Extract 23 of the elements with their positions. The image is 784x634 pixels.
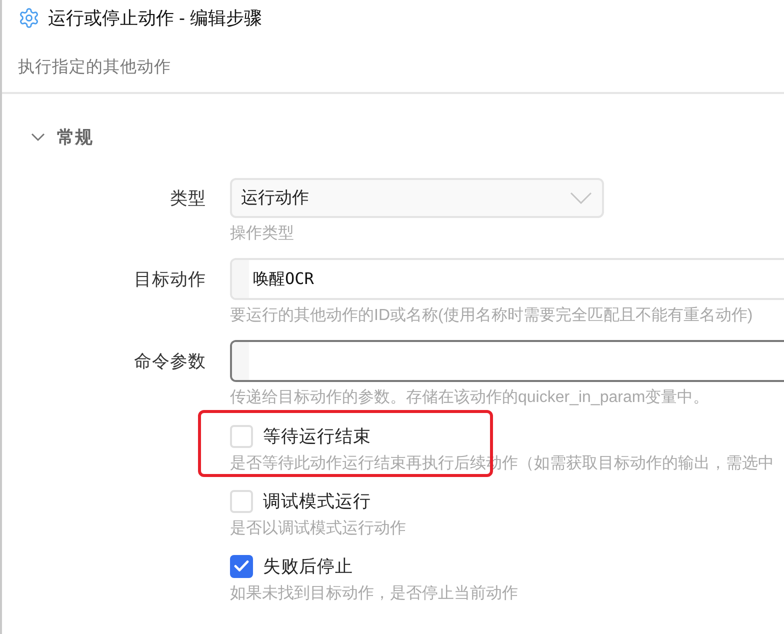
field-hint: 要运行的其他动作的ID或名称(使用名称时需要完全匹配且不能有重名动作) [230, 306, 754, 326]
window-title: 运行或停止动作 - 编辑步骤 [48, 6, 262, 30]
field-label: 类型 [170, 186, 206, 210]
checkbox-label[interactable]: 调试模式运行 [263, 488, 371, 514]
checkbox[interactable] [230, 424, 253, 448]
section-title[interactable]: 常规 [57, 124, 93, 150]
field-hint: 传递给目标动作的参数。存储在该动作的quicker_in_param变量中。 [230, 388, 710, 408]
input-field[interactable]: 唤醒OCR [230, 258, 784, 300]
checkbox-label[interactable]: 失败后停止 [263, 552, 353, 580]
field-label: 命令参数 [134, 350, 206, 373]
settings-icon [18, 7, 40, 29]
checkbox[interactable] [230, 490, 253, 512]
field-label: 目标动作 [134, 268, 206, 291]
option-hint: 是否以调试模式运行动作 [230, 518, 407, 539]
field-hint: 操作类型 [230, 224, 295, 244]
type-dropdown[interactable]: 运行动作 [230, 178, 604, 218]
option-hint: 如果未找到目标动作，是否停止当前动作 [230, 584, 519, 604]
window-subtitle: 执行指定的其他动作 [18, 57, 171, 78]
input-field[interactable] [230, 340, 784, 382]
checkmark-icon [234, 560, 249, 572]
checkbox[interactable] [230, 554, 253, 578]
checkbox-label[interactable]: 等待运行结束 [263, 422, 371, 450]
chevron-down-icon [570, 192, 592, 204]
